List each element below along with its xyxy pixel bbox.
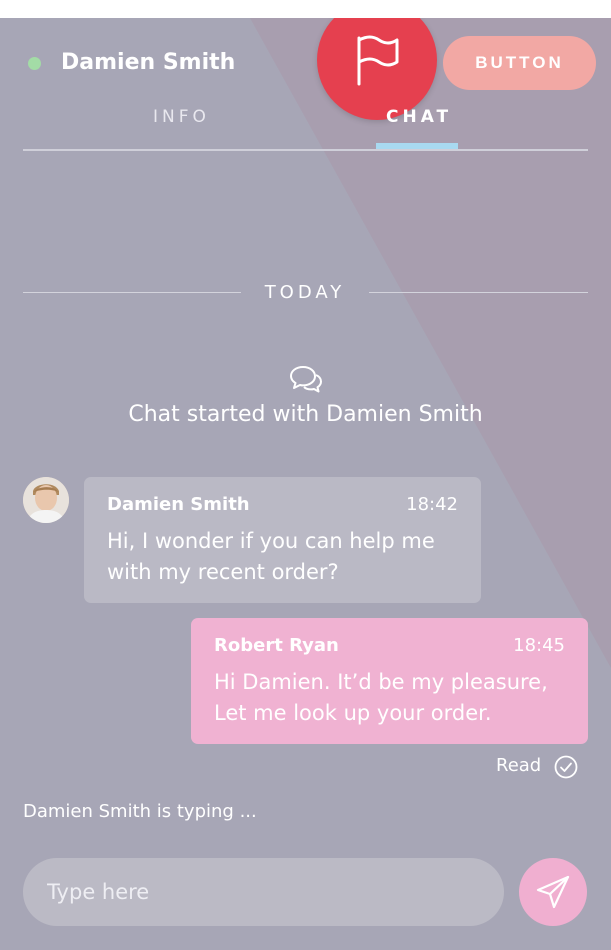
date-divider-left bbox=[23, 292, 241, 293]
message-sender: Robert Ryan bbox=[214, 635, 339, 656]
flag-icon bbox=[357, 35, 399, 86]
tabs-divider bbox=[23, 149, 588, 151]
date-separator: TODAY bbox=[264, 282, 346, 303]
send-icon bbox=[536, 875, 570, 909]
avatar bbox=[23, 477, 69, 523]
avatar-photo bbox=[23, 477, 69, 523]
message-outgoing: Robert Ryan 18:45 Hi Damien. It’d be my … bbox=[191, 618, 588, 744]
chat-bubbles-icon bbox=[290, 366, 322, 393]
tab-info[interactable]: INFO bbox=[153, 107, 210, 127]
header-action-button[interactable]: BUTTON bbox=[443, 36, 596, 90]
tab-chat[interactable]: CHAT bbox=[386, 107, 452, 127]
active-tab-indicator bbox=[376, 143, 458, 149]
read-receipt-label: Read bbox=[496, 755, 542, 776]
message-text: Hi, I wonder if you can help me with my … bbox=[107, 529, 435, 584]
send-button[interactable] bbox=[519, 858, 587, 926]
read-check-icon bbox=[554, 755, 578, 779]
chat-started-notice: Chat started with Damien Smith bbox=[128, 402, 483, 427]
online-status-dot bbox=[28, 57, 41, 70]
message-time: 18:45 bbox=[513, 635, 565, 656]
date-divider-right bbox=[369, 292, 588, 293]
message-input[interactable] bbox=[23, 858, 504, 926]
message-sender: Damien Smith bbox=[107, 494, 250, 515]
message-text: Hi Damien. It’d be my pleasure, Let me l… bbox=[214, 670, 548, 725]
typing-indicator: Damien Smith is typing ... bbox=[23, 801, 257, 822]
message-time: 18:42 bbox=[406, 494, 458, 515]
chat-panel: Damien Smith BUTTON INFO CHAT TODAY Chat… bbox=[0, 18, 611, 950]
message-incoming: Damien Smith 18:42 Hi, I wonder if you c… bbox=[84, 477, 481, 603]
contact-name: Damien Smith bbox=[61, 50, 236, 75]
